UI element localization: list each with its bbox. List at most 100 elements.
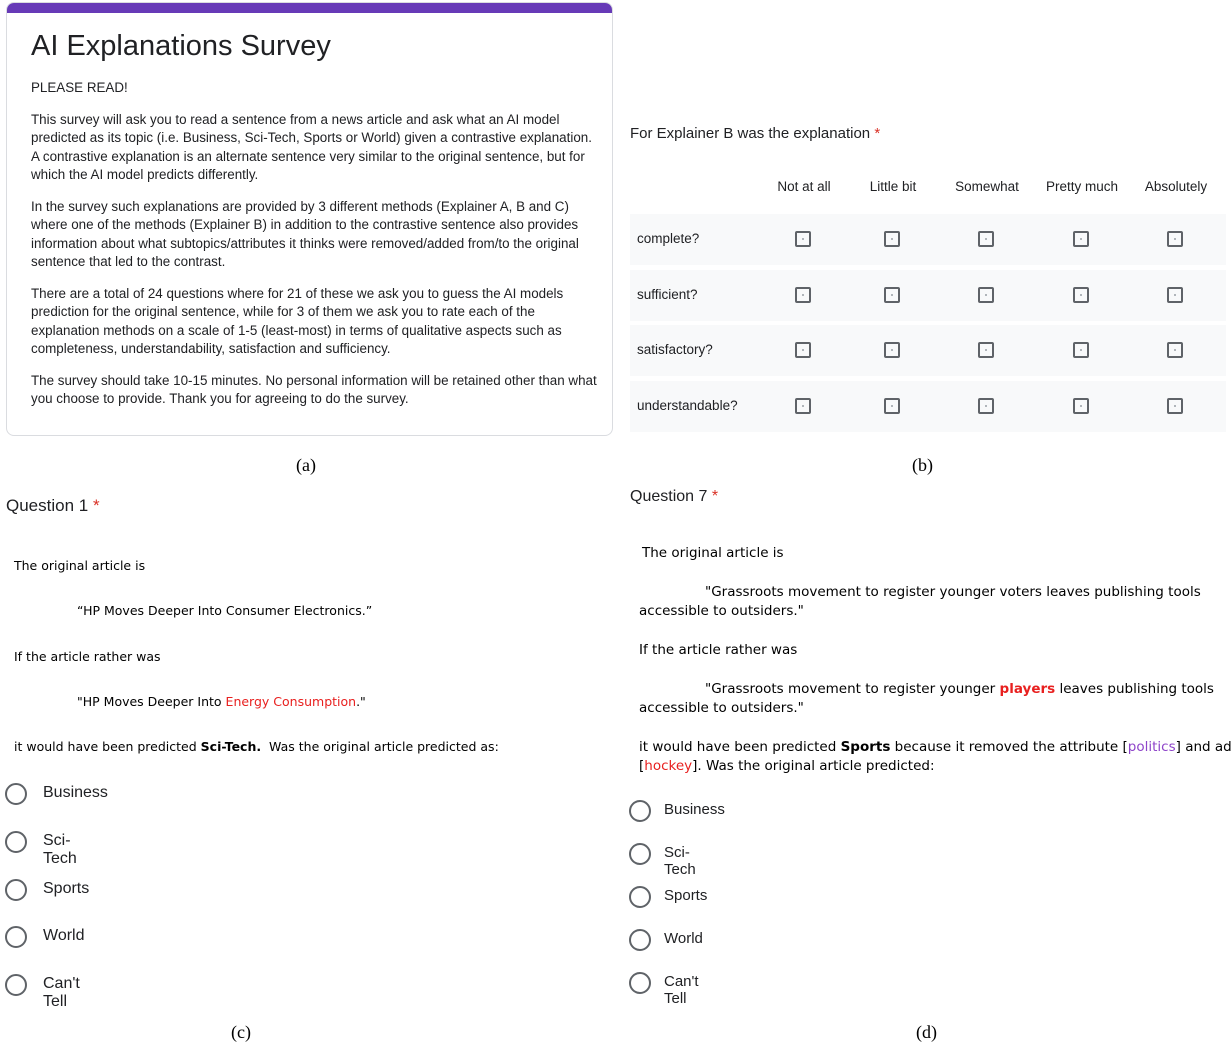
option-label: Sci-Tech: [664, 844, 696, 878]
original-sentence: “HP Moves Deeper Into Consumer Electroni…: [77, 603, 373, 618]
radio-button[interactable]: [5, 783, 27, 805]
radio-button[interactable]: [5, 879, 27, 901]
row-label: sufficient?: [637, 287, 698, 302]
grid-checkbox[interactable]: [978, 287, 994, 303]
grid-checkbox[interactable]: [795, 398, 811, 414]
column-header: Absolutely: [1144, 179, 1208, 194]
original-sentence-line1: "Grassroots movement to register younger…: [705, 584, 1201, 600]
caption-c: (c): [231, 1022, 251, 1042]
grid-row-satisfactory: satisfactory?: [630, 325, 1226, 376]
alternate-text: "HP Moves Deeper Into: [77, 694, 226, 709]
grid-question-title: For Explainer B was the explanation *: [630, 125, 880, 142]
alternate-sentence-line2: accessible to outsiders.": [639, 700, 804, 716]
survey-header-card: AI Explanations Survey PLEASE READ! This…: [6, 2, 613, 436]
option-label: Sci-Tech: [43, 832, 77, 867]
grid-checkbox[interactable]: [795, 287, 811, 303]
grid-checkbox[interactable]: [978, 398, 994, 414]
grid-checkbox[interactable]: [1167, 287, 1183, 303]
prompt-text: it would have been predicted: [639, 739, 841, 755]
grid-checkbox[interactable]: [1073, 231, 1089, 247]
predicted-label: Sci-Tech.: [200, 739, 262, 754]
grid-checkbox[interactable]: [978, 342, 994, 358]
option-label: Can't Tell: [664, 973, 699, 1007]
question-title-text: Question 7: [630, 488, 708, 505]
grid-row-complete: complete?: [630, 214, 1226, 265]
radio-button[interactable]: [5, 926, 27, 948]
predicted-label: Sports: [840, 739, 891, 755]
grid-checkbox[interactable]: [884, 287, 900, 303]
original-sentence-line2: accessible to outsiders.": [639, 603, 804, 619]
prompt-text: ]. Was the original article predicted:: [692, 758, 935, 774]
grid-row-understandable: understandable?: [630, 381, 1226, 432]
grid-checkbox[interactable]: [884, 342, 900, 358]
grid-checkbox[interactable]: [795, 231, 811, 247]
option-label: World: [43, 927, 85, 944]
question-1-title: Question 1 *: [6, 496, 100, 516]
original-intro: The original article is: [642, 545, 784, 561]
prompt-text: Was the original article predicted as:: [261, 739, 499, 754]
grid-checkbox[interactable]: [884, 231, 900, 247]
description-paragraph: The survey should take 10-15 minutes. No…: [31, 372, 597, 407]
grid-checkbox[interactable]: [1073, 398, 1089, 414]
question-7-title: Question 7 *: [630, 488, 718, 506]
option-label: Sports: [43, 880, 90, 897]
question-title-text: Question 1: [6, 496, 89, 515]
option-label: Sports: [664, 887, 708, 904]
grid-checkbox[interactable]: [1167, 398, 1183, 414]
alternate-intro: If the article rather was: [639, 642, 798, 658]
option-label: Business: [43, 784, 108, 801]
option-label: Can't Tell: [43, 975, 80, 1010]
radio-button[interactable]: [629, 886, 651, 908]
radio-button[interactable]: [629, 972, 651, 994]
alternate-text: "Grassroots movement to register younger: [705, 681, 1000, 697]
row-label: satisfactory?: [637, 342, 713, 357]
original-intro: The original article is: [14, 558, 146, 573]
grid-checkbox[interactable]: [1073, 287, 1089, 303]
survey-title: AI Explanations Survey: [31, 30, 331, 62]
required-asterisk: *: [874, 125, 881, 142]
radio-button[interactable]: [5, 831, 27, 853]
changed-phrase: Energy Consumption: [225, 694, 357, 709]
description-paragraph: There are a total of 24 questions where …: [31, 285, 564, 357]
description-paragraph: This survey will ask you to read a sente…: [31, 111, 592, 183]
grid-checkbox[interactable]: [884, 398, 900, 414]
prompt-text: because it removed the attribute [: [890, 739, 1128, 755]
row-label: complete?: [637, 231, 700, 246]
option-label: Business: [664, 801, 725, 818]
required-asterisk: *: [711, 488, 719, 505]
radio-button[interactable]: [5, 974, 27, 996]
grid-checkbox[interactable]: [795, 342, 811, 358]
grid-checkbox[interactable]: [1073, 342, 1089, 358]
alternate-intro: If the article rather was: [14, 649, 161, 664]
grid-checkbox[interactable]: [1167, 231, 1183, 247]
prompt-text: it would have been predicted: [14, 739, 201, 754]
radio-button[interactable]: [629, 843, 651, 865]
removed-attribute: politics: [1127, 739, 1176, 755]
survey-description: PLEASE READ! This survey will ask you to…: [31, 79, 597, 422]
caption-d: (d): [916, 1022, 937, 1042]
alternate-text: leaves publishing tools: [1055, 681, 1214, 697]
caption-b: (b): [912, 455, 933, 475]
grid-question-text: For Explainer B was the explanation: [630, 125, 871, 142]
alternate-text: .": [356, 694, 366, 709]
header-accent-bar: [7, 3, 612, 13]
radio-button[interactable]: [629, 800, 651, 822]
prediction-prompt-line2: [hockey]. Was the original article predi…: [639, 758, 935, 774]
caption-a: (a): [296, 455, 316, 475]
prediction-prompt: it would have been predicted Sci-Tech. W…: [14, 739, 499, 754]
prompt-text: ] and added: [1175, 739, 1231, 755]
alternate-sentence-line1: "Grassroots movement to register younger…: [705, 681, 1214, 697]
column-header: Somewhat: [955, 179, 1019, 194]
added-attribute: hockey: [644, 758, 693, 774]
grid-checkbox[interactable]: [978, 231, 994, 247]
row-label: understandable?: [637, 398, 738, 413]
prediction-prompt-line1: it would have been predicted Sports beca…: [639, 739, 1231, 755]
required-asterisk: *: [92, 496, 100, 515]
changed-word: players: [999, 681, 1056, 697]
grid-checkbox[interactable]: [1167, 342, 1183, 358]
grid-row-sufficient: sufficient?: [630, 270, 1226, 321]
radio-button[interactable]: [629, 929, 651, 951]
alternate-sentence: "HP Moves Deeper Into Energy Consumption…: [77, 694, 366, 709]
option-label: World: [664, 930, 703, 947]
description-paragraph: In the survey such explanations are prov…: [31, 198, 579, 270]
